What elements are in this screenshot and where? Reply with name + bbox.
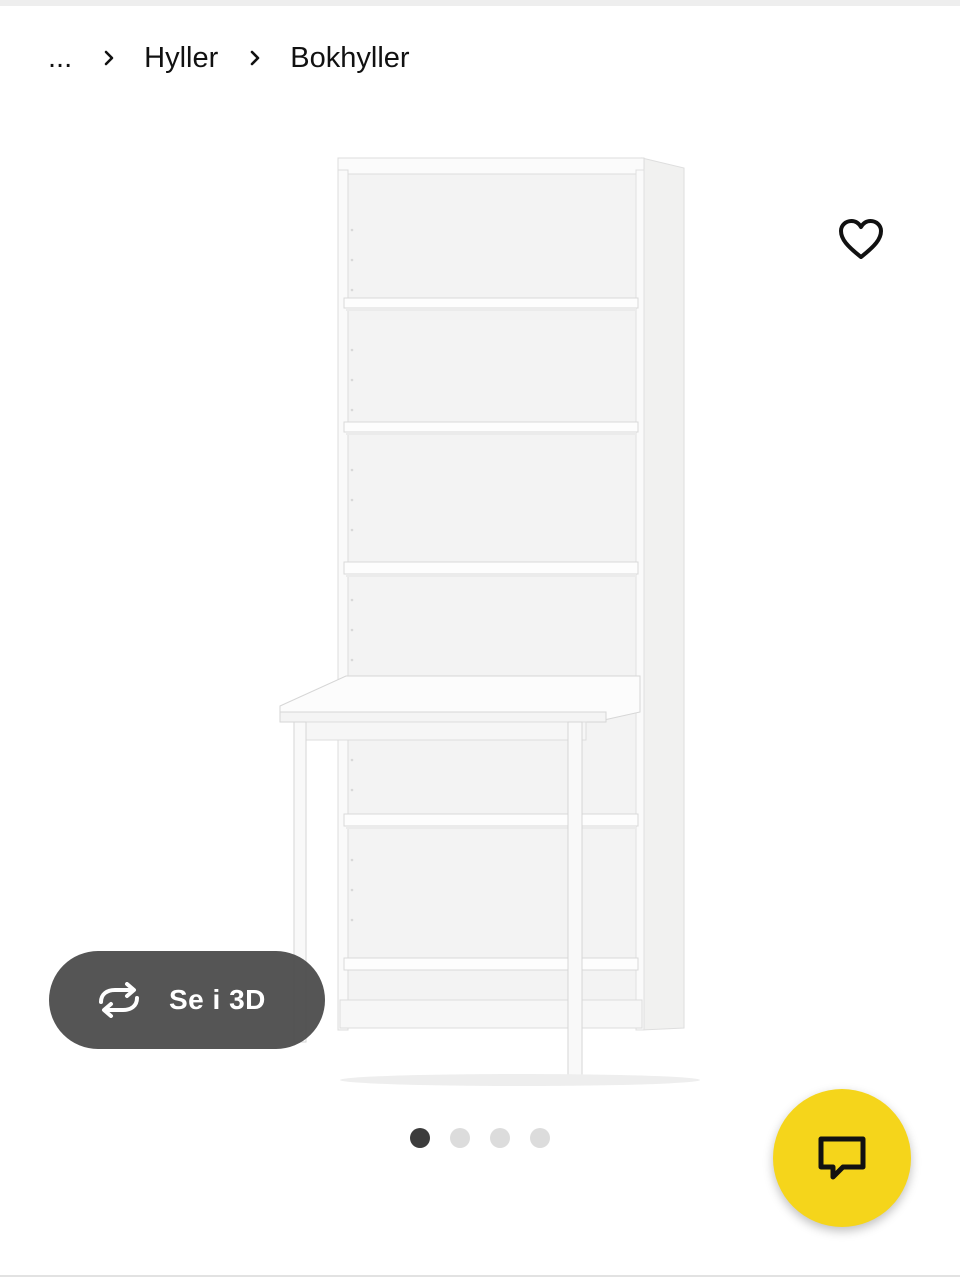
- rotate-3d-icon: [93, 982, 145, 1018]
- pagination-dot[interactable]: [450, 1128, 470, 1148]
- breadcrumb-bokhyller[interactable]: Bokhyller: [290, 42, 409, 75]
- breadcrumb: ... Hyller Bokhyller: [48, 36, 410, 80]
- top-strip: [0, 0, 960, 6]
- favorite-button[interactable]: [832, 210, 890, 268]
- view-in-3d-button[interactable]: Se i 3D: [49, 951, 325, 1049]
- image-pagination-dots: [410, 1128, 550, 1148]
- view-in-3d-label: Se i 3D: [169, 984, 266, 1015]
- pagination-dot[interactable]: [490, 1128, 510, 1148]
- breadcrumb-ellipsis[interactable]: ...: [48, 42, 72, 75]
- chevron-right-icon: [100, 49, 118, 67]
- heart-outline-icon: [837, 217, 885, 261]
- chat-bubble-icon: [816, 1134, 868, 1182]
- breadcrumb-hyller[interactable]: Hyller: [144, 42, 218, 75]
- pagination-dot[interactable]: [410, 1128, 430, 1148]
- chevron-right-icon: [246, 49, 264, 67]
- chat-button[interactable]: [773, 1089, 911, 1227]
- pagination-dot[interactable]: [530, 1128, 550, 1148]
